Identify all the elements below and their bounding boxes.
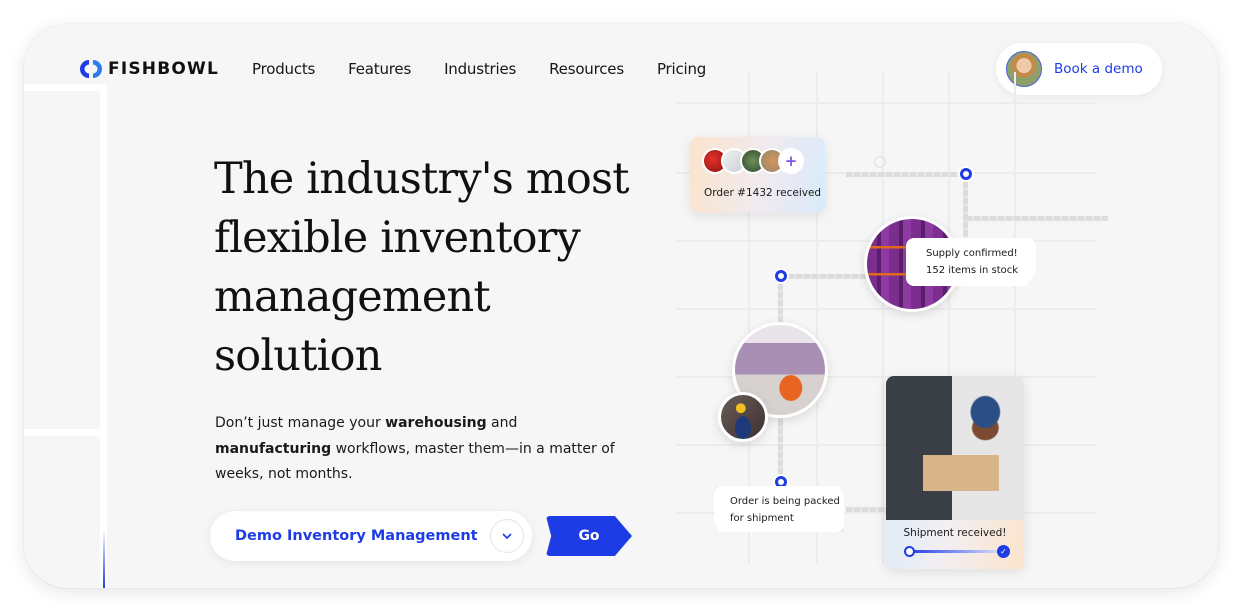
fishbowl-logo[interactable]: FISHBOWL [80, 58, 219, 80]
node-active [960, 168, 972, 180]
nav-industries[interactable]: Industries [444, 60, 516, 78]
supply-confirmed-card: Supply confirmed! 152 items in stock [906, 238, 1036, 286]
hero-subtext: Don’t just manage your warehousing and m… [215, 411, 635, 488]
subtext-bold-warehousing: warehousing [385, 415, 487, 431]
track [780, 274, 870, 279]
decorative-accent [103, 529, 105, 588]
subtext-part: Don’t just manage your [215, 415, 386, 431]
nav-features[interactable]: Features [348, 60, 411, 78]
grid-line [882, 72, 884, 564]
shipment-progress-fill [906, 550, 1004, 553]
fishbowl-logo-icon [80, 60, 102, 78]
decorative-line [100, 86, 107, 588]
chevron-down-icon[interactable] [490, 519, 524, 553]
shipment-received-card: Shipment received! ✓ [886, 376, 1024, 569]
shipment-progress-bar [906, 550, 1004, 553]
grid-line [676, 308, 1096, 310]
nav-products[interactable]: Products [252, 60, 315, 78]
subtext-part: and [486, 415, 518, 431]
demo-type-select[interactable]: Demo Inventory Management [210, 511, 532, 561]
node-active [775, 270, 787, 282]
supply-confirmed-text: Supply confirmed! [926, 248, 1018, 259]
packing-text-line2: for shipment [730, 513, 794, 524]
order-item-thumbnails: + [702, 148, 804, 174]
delivery-photo [886, 376, 1024, 520]
grid-line [676, 102, 1096, 104]
hero-headline: The industry's most flexible inventory m… [214, 154, 630, 381]
subtext-bold-manufacturing: manufacturing [215, 440, 332, 457]
track [966, 216, 1108, 221]
demo-select-value: Demo Inventory Management [235, 528, 478, 544]
brand-name: FISHBOWL [108, 59, 220, 79]
order-received-card: + Order #1432 received [690, 137, 825, 213]
order-received-text: Order #1432 received [704, 187, 822, 199]
progress-start-dot [904, 546, 915, 557]
node-inactive [874, 156, 886, 168]
decorative-line [24, 429, 107, 436]
worker-photo [718, 392, 768, 442]
shipment-received-text: Shipment received! [903, 527, 1007, 539]
order-packing-card: Order is being packed for shipment [714, 486, 844, 532]
check-icon: ✓ [997, 545, 1010, 558]
main-nav: Products Features Industries Resources P… [252, 60, 739, 78]
plus-icon: + [778, 148, 804, 174]
decorative-line [24, 84, 107, 91]
go-button[interactable]: Go [546, 516, 632, 556]
stock-count-text: 152 items in stock [926, 265, 1019, 276]
nav-resources[interactable]: Resources [549, 60, 624, 78]
track [846, 172, 966, 177]
packing-text-line1: Order is being packed [730, 496, 840, 507]
track [846, 507, 888, 512]
